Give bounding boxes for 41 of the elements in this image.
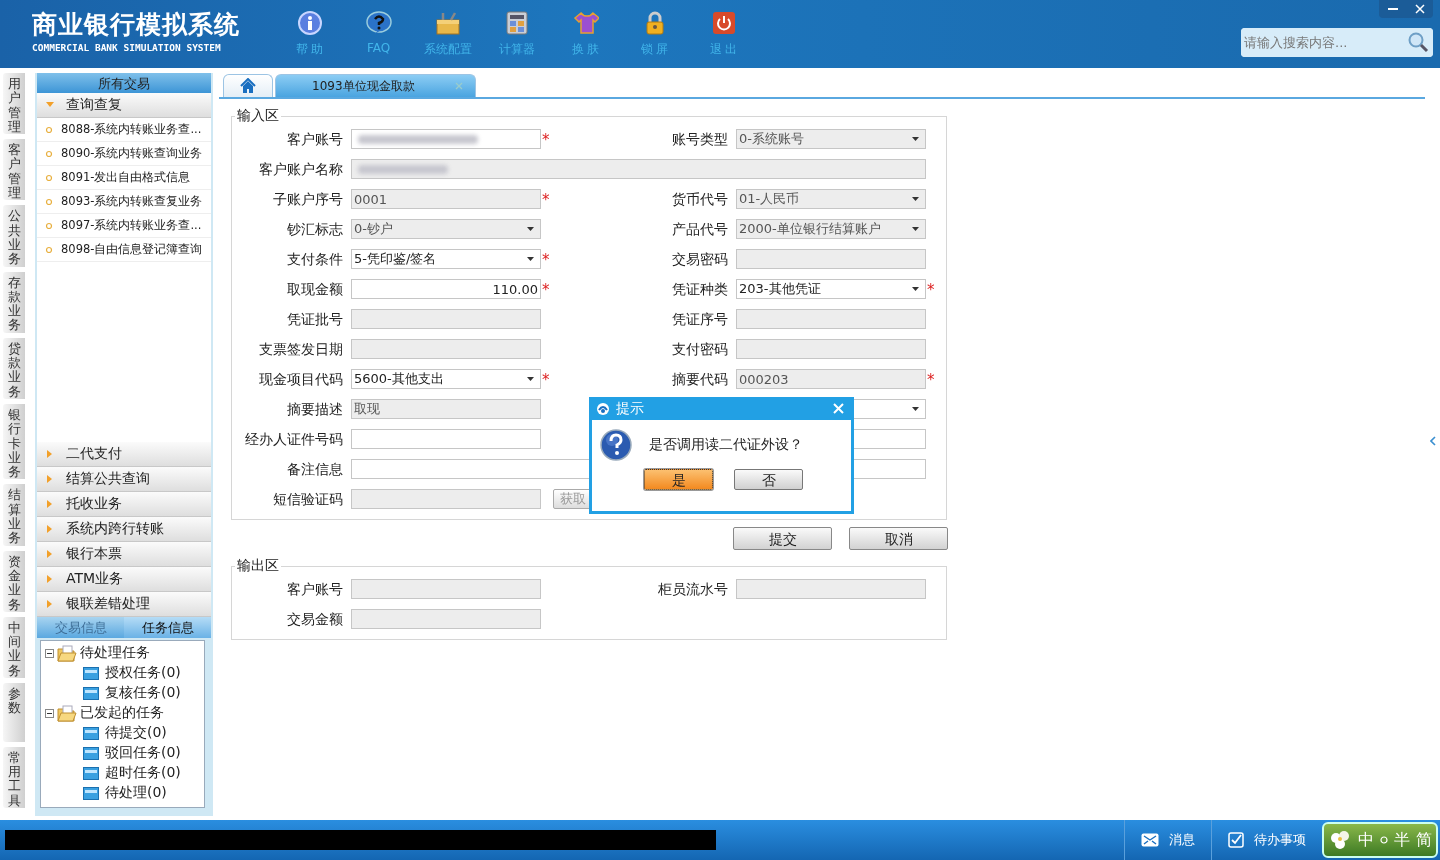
section-title: 输出区 bbox=[236, 557, 280, 575]
ime-label: 半 bbox=[1394, 829, 1410, 851]
field-label: 货币代号 bbox=[671, 190, 728, 209]
field-label: 产品代号 bbox=[671, 220, 728, 239]
field-label: 凭证种类 bbox=[671, 280, 728, 299]
field-label: 摘要描述 bbox=[286, 400, 343, 419]
required-mark: * bbox=[927, 370, 936, 389]
field-label: 凭证序号 bbox=[671, 310, 728, 329]
field-label: 子账户序号 bbox=[272, 190, 343, 209]
field-label: 支付条件 bbox=[286, 250, 343, 269]
field-label: 柜员流水号 bbox=[657, 580, 728, 599]
ime-label: 中 bbox=[1358, 829, 1374, 851]
required-mark: * bbox=[542, 190, 551, 209]
required-mark: * bbox=[542, 130, 551, 149]
field-label: 交易密码 bbox=[671, 250, 728, 269]
field-label: 摘要代码 bbox=[671, 370, 728, 389]
field-label: 现金项目代码 bbox=[258, 370, 343, 389]
dialog-message: 是否调用读二代证外设？ bbox=[649, 436, 803, 454]
field-label: 支票签发日期 bbox=[258, 340, 343, 359]
app-title: 商业银行模拟系统 bbox=[32, 10, 240, 40]
field-label: 取现金额 bbox=[286, 280, 343, 299]
field-label: 经办人证件号码 bbox=[244, 430, 343, 449]
field-label: 客户账号 bbox=[286, 580, 343, 599]
field-label: 客户账户名称 bbox=[258, 160, 343, 179]
panel-header: 所有交易 bbox=[37, 73, 211, 93]
required-mark: * bbox=[927, 280, 936, 299]
section-title: 输入区 bbox=[236, 107, 280, 125]
field-label: 客户账号 bbox=[286, 130, 343, 149]
required-mark: * bbox=[542, 250, 551, 269]
required-mark: * bbox=[542, 280, 551, 299]
required-mark: * bbox=[542, 370, 551, 389]
field-label: 凭证批号 bbox=[286, 310, 343, 329]
field-label: 支付密码 bbox=[671, 340, 728, 359]
field-label: 备注信息 bbox=[286, 460, 343, 479]
ime-label: 简 bbox=[1416, 829, 1432, 851]
app-subtitle: COMMERCIAL BANK SIMULATION SYSTEM bbox=[32, 42, 221, 53]
dialog-title: 提示 bbox=[616, 399, 644, 418]
field-label: 交易金额 bbox=[286, 610, 343, 629]
field-label: 账号类型 bbox=[671, 130, 728, 149]
field-label: 短信验证码 bbox=[272, 490, 343, 509]
field-label: 钞汇标志 bbox=[286, 220, 343, 239]
